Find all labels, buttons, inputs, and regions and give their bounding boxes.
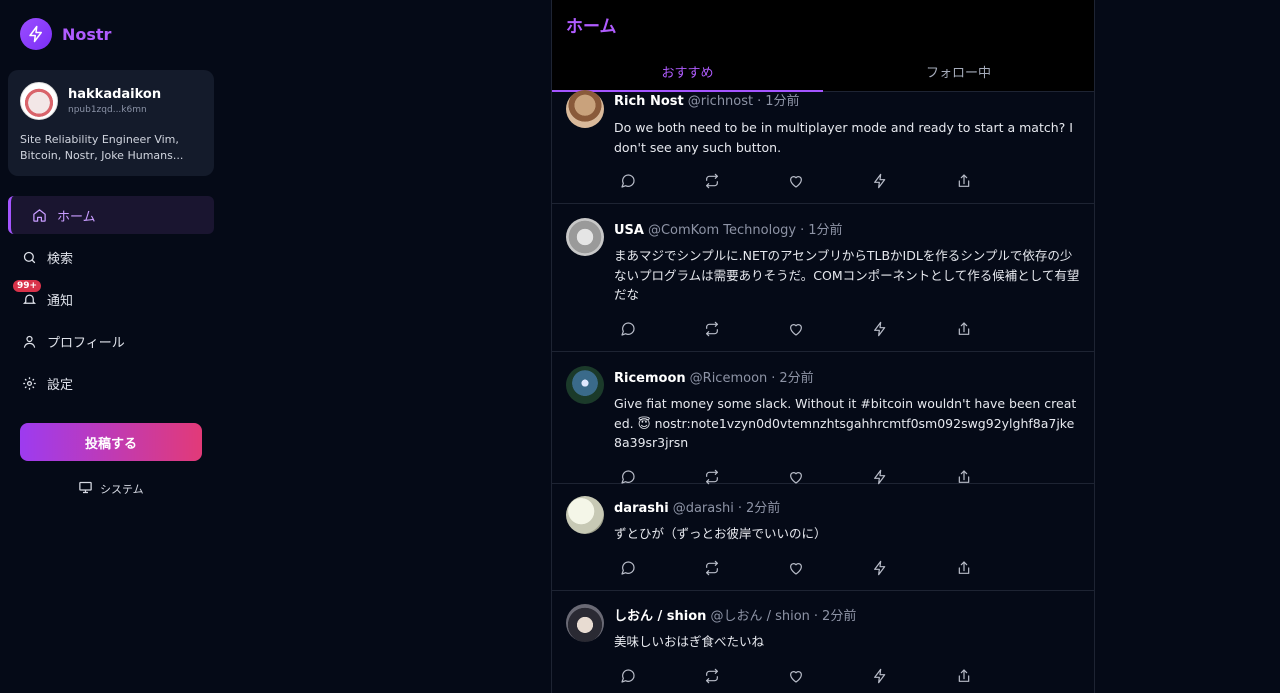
sidebar: Nostr hakkadaikon npub1zqd...k6mn Site R… xyxy=(0,0,230,693)
post-handle: @richnost xyxy=(687,94,754,109)
post-time: 2分前 xyxy=(822,609,857,624)
zap-icon[interactable] xyxy=(866,319,950,339)
separator-dot: · xyxy=(737,501,743,516)
post-handle: @ComKom Technology xyxy=(647,223,797,238)
post[interactable]: しおん / shion @しおん / shion · 2分前 美味しいおはぎ食べ… xyxy=(552,591,1094,693)
post-author[interactable]: Ricemoon xyxy=(614,371,686,386)
avatar xyxy=(20,82,58,120)
brand-name: Nostr xyxy=(62,24,112,44)
nav-item-search[interactable]: 検索 xyxy=(8,238,214,276)
post-handle: @darashi xyxy=(672,501,734,516)
separator-dot: · xyxy=(800,223,805,238)
avatar[interactable] xyxy=(566,366,604,404)
post-actions xyxy=(614,319,1082,339)
post-button[interactable]: 投稿する xyxy=(20,423,202,461)
avatar[interactable] xyxy=(566,90,604,128)
like-icon[interactable] xyxy=(782,558,866,578)
notification-badge: 99+ xyxy=(13,280,42,292)
feed-tabs: おすすめ フォロー中 xyxy=(552,50,1094,92)
nav-item-notifications[interactable]: 99+ 通知 xyxy=(8,280,214,318)
post-author[interactable]: しおん / shion xyxy=(614,605,706,624)
repost-icon[interactable] xyxy=(698,558,782,578)
post-time: 1分前 xyxy=(808,223,843,238)
post-body: ずとひが（ずっとお彼岸でいいのに） xyxy=(614,526,827,541)
monitor-icon xyxy=(78,480,93,498)
post[interactable]: Rich Nost @richnost · 1分前 Do we both nee… xyxy=(552,90,1094,204)
nav-label-notifications: 通知 xyxy=(47,293,74,309)
tab-recommended[interactable]: おすすめ xyxy=(552,50,823,92)
nav-item-home[interactable]: ホーム xyxy=(8,196,214,234)
reply-icon[interactable] xyxy=(614,319,698,339)
like-icon[interactable] xyxy=(782,319,866,339)
nav-item-profile[interactable]: プロフィール xyxy=(8,322,214,360)
gear-icon xyxy=(21,375,37,391)
separator-dot: · xyxy=(813,609,819,624)
separator-dot: · xyxy=(771,371,776,386)
post-body: Do we both need to be in multiplayer mod… xyxy=(614,120,1073,155)
post-author[interactable]: Rich Nost xyxy=(614,94,684,109)
lightning-logo-icon xyxy=(20,18,52,50)
user-icon xyxy=(21,333,37,349)
bell-icon xyxy=(21,291,37,307)
profile-bio: Site Reliability Engineer Vim, Bitcoin, … xyxy=(20,133,184,162)
nav-label-profile: プロフィール xyxy=(47,335,125,351)
profile-npub: npub1zqd...k6mn xyxy=(68,105,147,115)
search-icon xyxy=(21,249,37,265)
zap-icon[interactable] xyxy=(866,558,950,578)
avatar[interactable] xyxy=(566,496,604,534)
profile-card[interactable]: hakkadaikon npub1zqd...k6mn Site Reliabi… xyxy=(8,70,214,176)
post-body: 美味しいおはぎ食べたいね xyxy=(614,634,765,649)
home-icon xyxy=(31,207,47,223)
post-time: 2分前 xyxy=(779,371,814,386)
theme-label: システム xyxy=(100,483,144,496)
like-icon[interactable] xyxy=(782,666,866,686)
post[interactable]: USA @ComKom Technology · 1分前 まあマジでシンプルに.… xyxy=(552,204,1094,352)
post-actions xyxy=(614,171,1082,191)
reply-icon[interactable] xyxy=(614,171,698,191)
post-author[interactable]: USA xyxy=(614,223,644,238)
repost-icon[interactable] xyxy=(698,666,782,686)
feed-header: ホーム おすすめ フォロー中 xyxy=(552,0,1094,92)
share-icon[interactable] xyxy=(950,666,1034,686)
reply-icon[interactable] xyxy=(614,666,698,686)
profile-name: hakkadaikon xyxy=(68,87,162,102)
separator-dot: · xyxy=(757,94,762,109)
nav-label-home: ホーム xyxy=(57,209,96,225)
post-time: 1分前 xyxy=(765,94,800,109)
post-handle: @Ricemoon xyxy=(689,371,768,386)
post-body: Give fiat money some slack. Without it #… xyxy=(614,396,1077,450)
post[interactable]: Ricemoon @Ricemoon · 2分前 Give fiat money… xyxy=(552,352,1094,484)
like-icon[interactable] xyxy=(782,171,866,191)
nav-label-search: 検索 xyxy=(47,251,74,267)
tab-following[interactable]: フォロー中 xyxy=(823,50,1094,92)
brand[interactable]: Nostr xyxy=(20,18,111,50)
repost-icon[interactable] xyxy=(698,319,782,339)
avatar[interactable] xyxy=(566,604,604,642)
post[interactable]: darashi @darashi · 2分前 ずとひが（ずっとお彼岸でいいのに） xyxy=(552,484,1094,591)
share-icon[interactable] xyxy=(950,558,1034,578)
main-feed-column: ホーム おすすめ フォロー中 Rich Nost @richnost · 1分前… xyxy=(551,0,1095,693)
post-author[interactable]: darashi xyxy=(614,501,669,516)
reply-icon[interactable] xyxy=(614,558,698,578)
post-handle: @しおん / shion xyxy=(710,609,810,624)
post-time: 2分前 xyxy=(746,501,781,516)
page-title: ホーム xyxy=(566,17,617,37)
nav: ホーム 検索 99+ 通知 プロフィール 設定 xyxy=(8,196,214,406)
share-icon[interactable] xyxy=(950,171,1034,191)
post-actions xyxy=(614,558,1082,578)
post-body: まあマジでシンプルに.NETのアセンブリからTLBかIDLを作るシンプルで依存の… xyxy=(614,248,1080,302)
post-actions xyxy=(614,666,1082,686)
nav-item-settings[interactable]: 設定 xyxy=(8,364,214,402)
repost-icon[interactable] xyxy=(698,171,782,191)
share-icon[interactable] xyxy=(950,319,1034,339)
zap-icon[interactable] xyxy=(866,666,950,686)
nav-label-settings: 設定 xyxy=(47,377,74,393)
zap-icon[interactable] xyxy=(866,171,950,191)
theme-toggle[interactable]: システム xyxy=(78,480,144,498)
avatar[interactable] xyxy=(566,218,604,256)
